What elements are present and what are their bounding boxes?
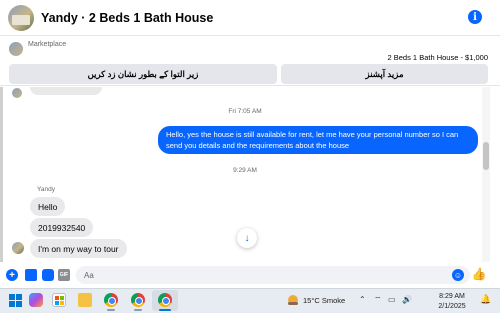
windows-taskbar xyxy=(0,288,500,313)
message-thread[interactable]: Fri 7:05 AM Hello, yes the house is stil… xyxy=(0,87,490,262)
copilot-icon[interactable] xyxy=(29,293,43,307)
message-bubble-partial xyxy=(30,87,102,95)
running-indicator xyxy=(107,309,115,311)
weather-icon[interactable] xyxy=(286,293,300,307)
battery-icon[interactable]: ▭ xyxy=(388,295,396,304)
sender-name: Yandy xyxy=(37,186,55,193)
gif-icon[interactable]: GIF xyxy=(58,269,70,281)
tray-overflow-icon[interactable]: ⌃ xyxy=(359,295,366,304)
listing-title-price[interactable]: 2 Beds 1 Bath House - $1,000 xyxy=(388,53,489,62)
notification-bell-icon[interactable]: 🔔 xyxy=(480,294,491,305)
outgoing-message[interactable]: Hello, yes the house is still available … xyxy=(158,126,478,154)
windows-start-icon[interactable] xyxy=(8,293,22,307)
contact-mini-avatar xyxy=(12,88,22,98)
store-icon[interactable] xyxy=(52,293,66,307)
conversation-title[interactable]: Yandy · 2 Beds 1 Bath House xyxy=(41,11,213,25)
clock-date: 2/1/2025 xyxy=(438,303,466,310)
network-icon[interactable]: ⌔ xyxy=(374,295,382,305)
scroll-down-icon[interactable]: ↓ xyxy=(237,228,257,248)
marketplace-listing-bar: Marketplace 2 Beds 1 Bath House - $1,000… xyxy=(0,36,500,86)
chrome-icon[interactable] xyxy=(158,293,172,307)
listing-thumbnail[interactable] xyxy=(9,42,23,56)
incoming-message[interactable]: 2019932540 xyxy=(30,218,94,237)
running-indicator xyxy=(134,309,142,311)
chat-scrollbar[interactable] xyxy=(482,87,490,262)
chrome-icon[interactable] xyxy=(104,293,118,307)
contact-mini-avatar xyxy=(12,242,24,254)
weather-text[interactable]: 15°C Smoke xyxy=(303,296,345,305)
file-explorer-icon[interactable] xyxy=(78,293,92,307)
active-indicator xyxy=(159,309,171,311)
scrollbar-thumb[interactable] xyxy=(483,142,489,170)
system-clock[interactable]: 8:29 AM 2/1/2025 xyxy=(432,292,472,312)
marketplace-label: Marketplace xyxy=(28,41,67,48)
emoji-icon[interactable]: ☺ xyxy=(452,269,464,281)
sticker-icon[interactable] xyxy=(42,269,54,281)
clock-time: 8:29 AM xyxy=(439,293,465,300)
incoming-message[interactable]: Hello xyxy=(30,197,66,216)
like-icon[interactable]: 👍 xyxy=(472,267,487,281)
chrome-icon[interactable] xyxy=(131,293,145,307)
info-icon[interactable]: i xyxy=(468,10,482,24)
window-edge xyxy=(0,87,3,262)
timestamp: 9:29 AM xyxy=(233,167,257,174)
mark-as-pending-button[interactable]: زیر التوا کے بطور نشان زد کریں xyxy=(9,64,277,84)
contact-avatar[interactable] xyxy=(8,4,34,31)
incoming-message[interactable]: I'm on my way to tour xyxy=(30,239,127,258)
volume-icon[interactable]: 🔊 xyxy=(402,295,412,304)
conversation-header: Yandy · 2 Beds 1 Bath House i xyxy=(0,0,500,36)
message-input[interactable]: Aa xyxy=(76,266,470,284)
timestamp: Fri 7:05 AM xyxy=(228,108,262,115)
more-options-button[interactable]: مزید آپشنز xyxy=(281,64,488,84)
photo-icon[interactable] xyxy=(25,269,37,281)
plus-icon[interactable]: + xyxy=(6,269,18,281)
